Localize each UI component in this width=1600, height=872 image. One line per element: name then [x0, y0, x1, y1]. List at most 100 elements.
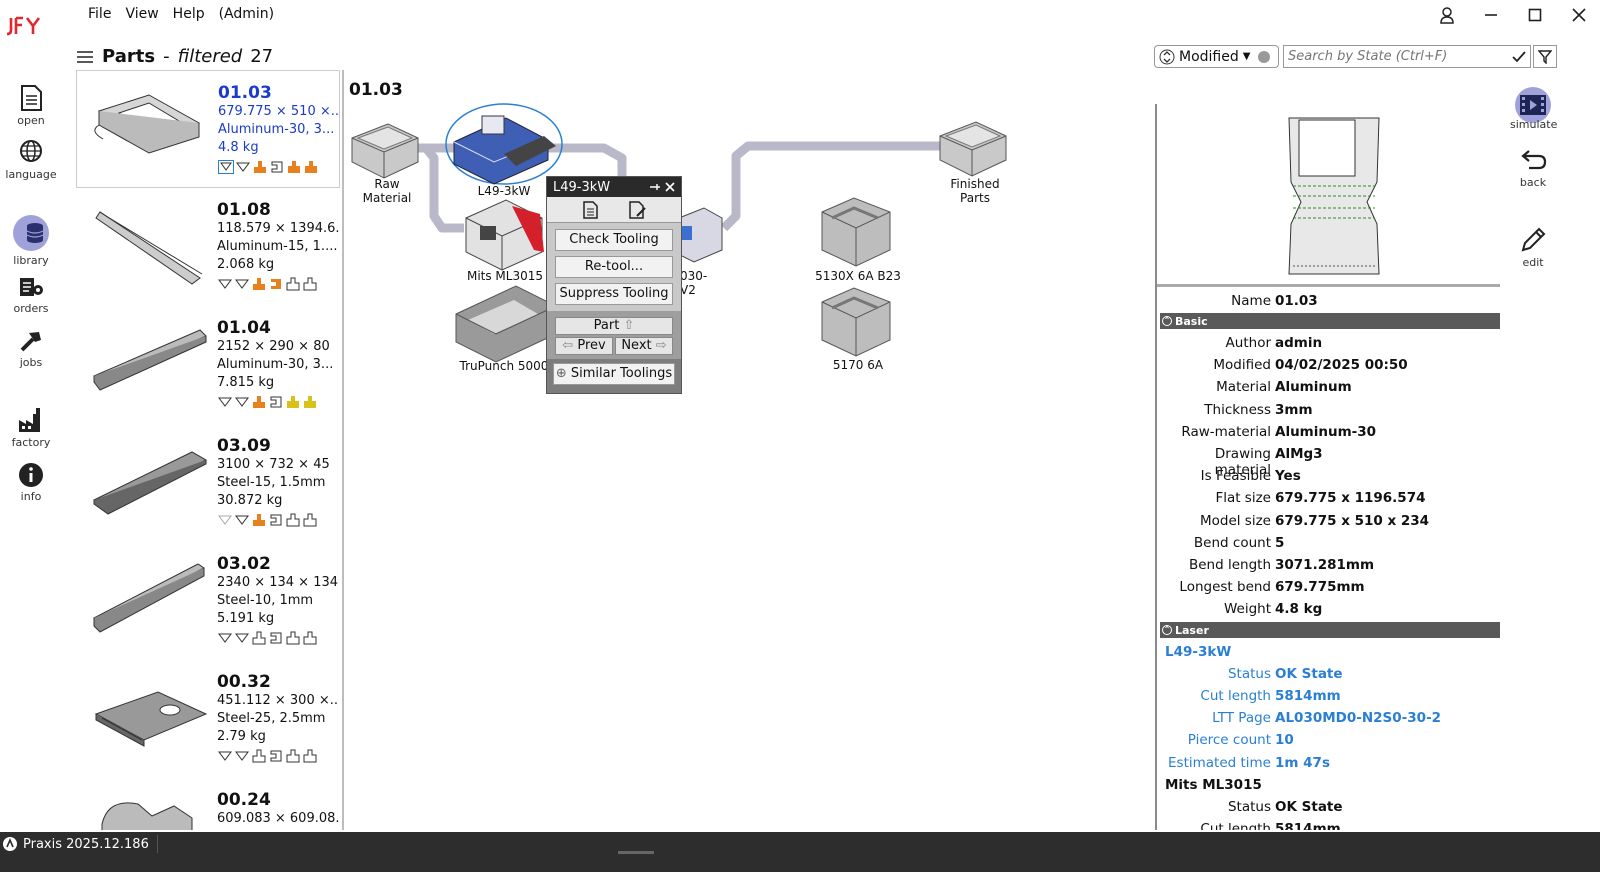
part-name: 03.09: [217, 436, 271, 456]
prev-button[interactable]: ⇦ Prev: [555, 337, 613, 355]
laser-ok-icon: [218, 279, 232, 289]
part-weight: 2.068 kg: [217, 257, 275, 272]
next-button[interactable]: Next ⇨: [615, 337, 673, 355]
prop-key: Status: [1227, 799, 1271, 815]
prop-row: Cut length 5814mm: [1157, 821, 1500, 830]
prop-value: 3071.281mm: [1275, 557, 1375, 573]
prop-key: Cut length: [1200, 821, 1271, 830]
part-card[interactable]: 03.02 2340 × 134 × 134 Steel-10, 1mm 5.1…: [76, 542, 340, 660]
prop-key: Model size: [1199, 513, 1271, 529]
prop-value: 10: [1275, 732, 1294, 748]
mits-machine-link[interactable]: Mits ML3015: [1165, 777, 1262, 793]
filter-icon: [1538, 49, 1552, 64]
bend-warning-icon: [288, 161, 300, 173]
app-status-icon: [3, 837, 17, 851]
status-indicator: [618, 851, 654, 854]
press-machine-5130x[interactable]: [821, 197, 891, 267]
simulate-tool[interactable]: simulate: [1510, 86, 1558, 139]
hamburger-icon[interactable]: [76, 49, 94, 65]
part-name: 00.32: [217, 672, 271, 692]
part-card[interactable]: 01.03 679.775 × 510 ×... Aluminum-30, 3.…: [76, 70, 340, 188]
nav-library-label: library: [13, 254, 49, 267]
preview-divider: [1157, 284, 1500, 287]
check-tooling-button[interactable]: Check Tooling: [555, 229, 673, 251]
nav-library[interactable]: library: [0, 214, 62, 267]
part-weight: 7.815 kg: [217, 375, 275, 390]
basic-section-header[interactable]: ⌃ Basic: [1160, 313, 1500, 329]
nav-open-label: open: [17, 114, 45, 127]
prop-value: 1m 47s: [1275, 755, 1330, 771]
prop-value: OK State: [1275, 666, 1343, 682]
parts-filter-label: filtered: [177, 46, 243, 67]
press-machine-5170[interactable]: [821, 287, 891, 357]
part-card[interactable]: 03.09 3100 × 732 × 45 Steel-15, 1.5mm 30…: [76, 424, 340, 542]
simulate-label: simulate: [1510, 118, 1558, 131]
prop-key: LTT Page: [1212, 710, 1271, 726]
punch-machine[interactable]: [455, 285, 557, 363]
laser-machine[interactable]: [445, 103, 563, 185]
laser-ok-icon: [235, 515, 249, 525]
laser-machine-link[interactable]: L49-3kW: [1165, 644, 1231, 660]
prop-value: 679.775 x 510 x 234: [1275, 513, 1430, 529]
part-name: 00.24: [217, 790, 271, 810]
edit-document-icon[interactable]: [628, 200, 646, 219]
nav-orders[interactable]: orders: [0, 274, 62, 315]
similar-toolings-button[interactable]: ⊕ Similar Toolings: [553, 363, 675, 385]
pin-icon[interactable]: [649, 182, 661, 192]
clear-sort-icon[interactable]: [1258, 50, 1271, 63]
laser-section-title: Laser: [1175, 623, 1209, 637]
laser-ok-icon: [236, 162, 250, 172]
part-card[interactable]: 00.32 451.112 × 300 ×... Steel-25, 2.5mm…: [76, 660, 340, 778]
bend-machine-mits[interactable]: [465, 199, 544, 271]
bend-ok-icon: [286, 513, 300, 527]
laser-ok-icon: [235, 279, 249, 289]
document-icon[interactable]: [582, 200, 598, 219]
part-dims: 118.579 × 1394.6...: [217, 221, 339, 236]
part-thumbnail: [95, 211, 203, 285]
menu-admin[interactable]: (Admin): [219, 6, 275, 22]
prop-value: AL030MD0-N2S0-30-2: [1275, 710, 1442, 726]
nav-jobs[interactable]: jobs: [0, 328, 62, 369]
laser-ok-icon: [218, 633, 232, 643]
prop-key: Name: [1231, 293, 1271, 309]
part-material: Aluminum-30, 3...: [218, 122, 335, 137]
back-label: back: [1519, 176, 1547, 189]
part-card[interactable]: 01.08 118.579 × 1394.6... Aluminum-15, 1…: [76, 188, 340, 306]
close-icon[interactable]: [665, 182, 675, 192]
bend-warning-icon: [253, 396, 265, 408]
suppress-tooling-button[interactable]: Suppress Tooling: [555, 283, 673, 305]
menu-view[interactable]: View: [125, 6, 158, 22]
part-status-row: [217, 395, 339, 409]
edit-tool[interactable]: edit: [1510, 226, 1556, 269]
part-up-button[interactable]: Part ⇧: [555, 317, 673, 335]
check-icon[interactable]: [1512, 50, 1526, 63]
part-material: Aluminum-15, 1....: [217, 239, 338, 254]
part-card[interactable]: 01.04 2152 × 290 × 80 Aluminum-30, 3... …: [76, 306, 340, 424]
back-tool[interactable]: back: [1510, 148, 1556, 189]
sort-order-icon[interactable]: [1159, 48, 1175, 66]
minimize-button[interactable]: [1480, 4, 1502, 26]
user-icon[interactable]: [1436, 4, 1458, 26]
raw-material-machine[interactable]: [351, 123, 419, 179]
machine-popup: L49-3kW Check Tooling Re-tool... Suppres…: [546, 176, 682, 394]
filter-button[interactable]: [1533, 45, 1557, 68]
search-field[interactable]: [1283, 45, 1531, 68]
parts-header: Parts - filtered 27: [76, 46, 273, 67]
sort-dropdown[interactable]: Modified ▼: [1154, 45, 1279, 68]
laser-ok-icon: [235, 751, 249, 761]
retool-button[interactable]: Re-tool...: [555, 256, 673, 278]
menu-file[interactable]: File: [88, 6, 111, 22]
finished-parts-machine[interactable]: [939, 121, 1007, 177]
laser-section-header[interactable]: ⌃ Laser: [1160, 622, 1500, 638]
menu-help[interactable]: Help: [173, 6, 205, 22]
nav-info[interactable]: info: [0, 462, 62, 503]
nav-language[interactable]: language: [0, 138, 62, 181]
prop-key: Author: [1225, 335, 1271, 351]
maximize-button[interactable]: [1524, 4, 1546, 26]
nav-open[interactable]: open: [0, 84, 62, 127]
search-input[interactable]: [1288, 49, 1512, 64]
part-card[interactable]: 00.24 609.083 × 609.08...: [76, 778, 340, 830]
close-button[interactable]: [1568, 4, 1590, 26]
parts-separator: -: [163, 46, 170, 67]
nav-factory[interactable]: factory: [0, 406, 62, 449]
